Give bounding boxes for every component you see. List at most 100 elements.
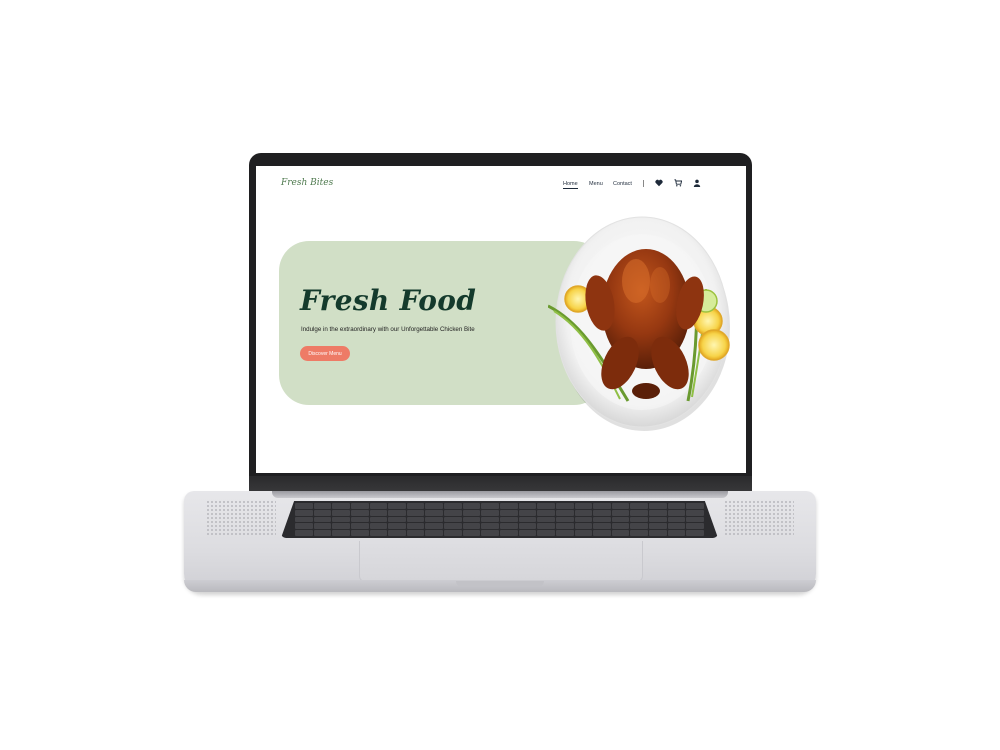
keyboard-key [295, 503, 313, 509]
keyboard-key [370, 523, 388, 529]
keyboard-key [314, 517, 332, 523]
keyboard-key [630, 517, 648, 523]
keyboard-key [612, 503, 630, 509]
keyboard-key [519, 530, 537, 536]
user-icon[interactable] [693, 179, 701, 189]
keyboard-key [351, 530, 369, 536]
keyboard-key [351, 510, 369, 516]
keyboard-key [407, 523, 425, 529]
keyboard-key [463, 523, 481, 529]
keyboard-key [575, 523, 593, 529]
keyboard-key [351, 523, 369, 529]
keyboard-key [332, 503, 350, 509]
keyboard-key [668, 517, 686, 523]
keyboard-key [519, 503, 537, 509]
keyboard-key [444, 503, 462, 509]
heart-icon[interactable] [655, 179, 663, 189]
keyboard-key [314, 503, 332, 509]
keyboard-key [686, 517, 704, 523]
keyboard-key [407, 530, 425, 536]
keyboard-key [537, 517, 555, 523]
keyboard-key [481, 510, 499, 516]
keyboard-key [444, 523, 462, 529]
keyboard-key [351, 517, 369, 523]
keyboard-key [500, 510, 518, 516]
keyboard-key [686, 503, 704, 509]
discover-menu-button[interactable]: Discover Menu [300, 346, 350, 361]
keyboard-key [295, 510, 313, 516]
keyboard-key [295, 530, 313, 536]
keyboard-key [463, 503, 481, 509]
keyboard-key [556, 517, 574, 523]
brand-logo[interactable]: Fresh Bites [281, 178, 333, 188]
keyboard-key [332, 530, 350, 536]
keyboard-key [425, 523, 443, 529]
keyboard-key [649, 523, 667, 529]
keyboard-key [370, 503, 388, 509]
keyboard-key [463, 530, 481, 536]
keyboard-key [668, 510, 686, 516]
hero-subtitle: Indulge in the extraordinary with our Un… [301, 326, 475, 333]
nav-contact-link[interactable]: Contact [613, 181, 632, 187]
keyboard-key [388, 530, 406, 536]
keyboard-key [332, 517, 350, 523]
keyboard-key [612, 510, 630, 516]
keyboard-key [668, 523, 686, 529]
nav-home-link[interactable]: Home [563, 181, 578, 189]
keyboard-key [668, 503, 686, 509]
right-speaker-grille [724, 500, 794, 536]
keyboard-key [425, 530, 443, 536]
keyboard-key [314, 523, 332, 529]
keyboard-key [612, 530, 630, 536]
keyboard-key [537, 530, 555, 536]
keyboard-key [649, 503, 667, 509]
keyboard-key [314, 530, 332, 536]
keyboard-key [686, 523, 704, 529]
keyboard-key [556, 503, 574, 509]
keyboard-key [388, 503, 406, 509]
keyboard-key [649, 510, 667, 516]
keyboard-key [593, 517, 611, 523]
keyboard-key [332, 510, 350, 516]
keyboard-key [388, 517, 406, 523]
keyboard-key [556, 523, 574, 529]
keyboard-key [668, 530, 686, 536]
keyboard-key [649, 530, 667, 536]
keyboard-key [444, 510, 462, 516]
nav-divider [643, 180, 644, 187]
keyboard-key [463, 517, 481, 523]
keyboard-key [481, 530, 499, 536]
keyboard-key [444, 530, 462, 536]
left-speaker-grille [206, 500, 276, 536]
keyboard-key [444, 517, 462, 523]
keyboard-key [519, 510, 537, 516]
keyboard-key [370, 530, 388, 536]
keyboard-key [425, 510, 443, 516]
hero-title: Fresh Food [300, 284, 477, 317]
keyboard-key [332, 523, 350, 529]
nav-menu-link[interactable]: Menu [589, 181, 603, 187]
keyboard-key [519, 523, 537, 529]
keyboard-key [314, 510, 332, 516]
site-header: Fresh Bites Home Menu Contact [256, 166, 746, 206]
keyboard-key [425, 503, 443, 509]
keyboard-key [500, 530, 518, 536]
keyboard-key [593, 530, 611, 536]
keyboard-key [630, 503, 648, 509]
keyboard-key [481, 503, 499, 509]
keyboard-key [649, 517, 667, 523]
keyboard-key [593, 503, 611, 509]
laptop-keyboard [281, 501, 718, 538]
keyboard-key [537, 510, 555, 516]
keyboard-key [481, 523, 499, 529]
keyboard-key [370, 510, 388, 516]
cart-icon[interactable] [674, 179, 683, 189]
keyboard-key [351, 503, 369, 509]
keyboard-key [556, 530, 574, 536]
keyboard-key [519, 517, 537, 523]
keyboard-key [295, 517, 313, 523]
keyboard-key [556, 510, 574, 516]
keyboard-key [295, 523, 313, 529]
roast-chicken-image [548, 216, 730, 431]
keyboard-key [686, 510, 704, 516]
